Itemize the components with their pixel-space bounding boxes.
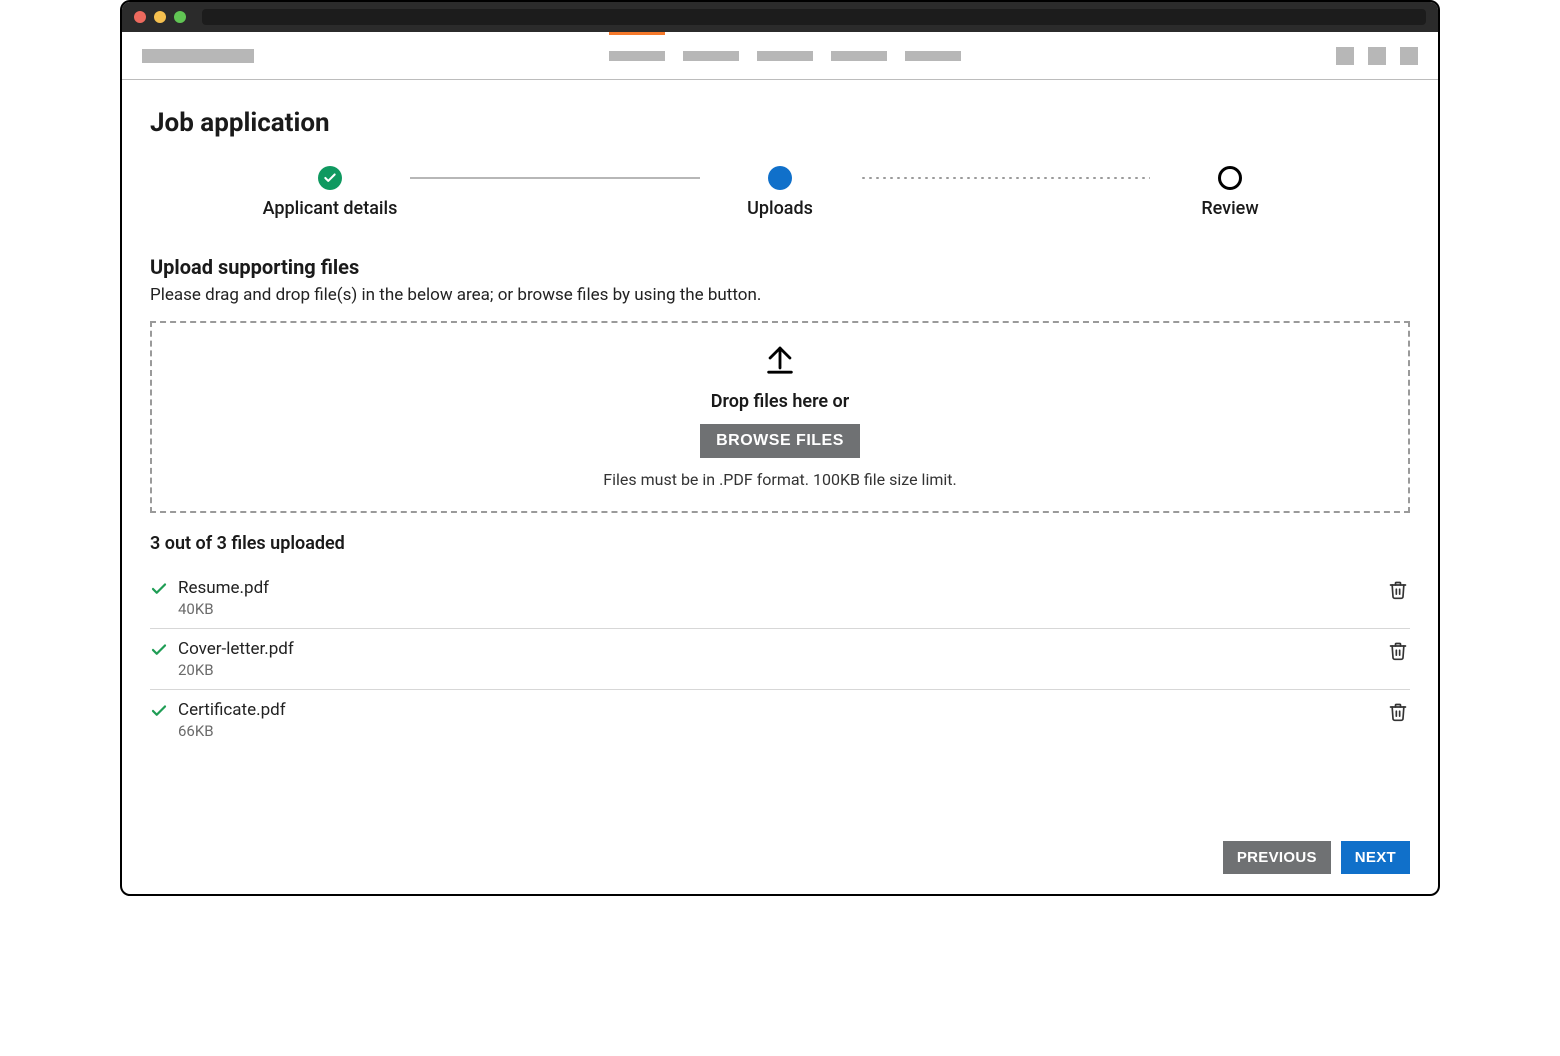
maximize-window-button[interactable]	[174, 11, 186, 23]
next-button[interactable]: NEXT	[1341, 841, 1410, 874]
app-window: Job application Applicant details Upload…	[120, 0, 1440, 896]
step-label: Uploads	[747, 198, 813, 219]
upload-status: 3 out of 3 files uploaded	[150, 533, 1410, 554]
nav-item[interactable]	[905, 51, 961, 61]
step-uploads[interactable]: Uploads	[700, 166, 860, 219]
upload-section-title: Upload supporting files	[150, 255, 1410, 279]
delete-file-button[interactable]	[1386, 578, 1410, 605]
window-titlebar	[122, 2, 1438, 32]
step-label: Applicant details	[263, 198, 398, 219]
upload-icon	[763, 341, 797, 379]
check-icon	[150, 702, 168, 724]
progress-stepper: Applicant details Uploads Review	[250, 166, 1310, 219]
file-dropzone[interactable]: Drop files here or BROWSE FILES Files mu…	[150, 321, 1410, 513]
pending-step-icon	[1218, 166, 1242, 190]
file-name: Certificate.pdf	[178, 700, 1376, 720]
active-step-icon	[768, 166, 792, 190]
delete-file-button[interactable]	[1386, 700, 1410, 727]
step-applicant-details[interactable]: Applicant details	[250, 166, 410, 219]
delete-file-button[interactable]	[1386, 639, 1410, 666]
file-name: Cover-letter.pdf	[178, 639, 1376, 659]
file-size: 20KB	[178, 661, 1376, 679]
nav-item[interactable]	[757, 51, 813, 61]
file-size: 40KB	[178, 600, 1376, 618]
file-row: Cover-letter.pdf 20KB	[150, 629, 1410, 690]
step-connector	[860, 177, 1150, 180]
toolbar-icon[interactable]	[1368, 47, 1386, 65]
upload-section-description: Please drag and drop file(s) in the belo…	[150, 285, 1410, 305]
address-bar[interactable]	[202, 9, 1426, 25]
nav-item[interactable]	[609, 51, 665, 61]
toolbar-icon[interactable]	[1400, 47, 1418, 65]
file-name: Resume.pdf	[178, 578, 1376, 598]
trash-icon	[1388, 710, 1408, 725]
toolbar-icon[interactable]	[1336, 47, 1354, 65]
page-title: Job application	[150, 108, 1410, 138]
nav-item[interactable]	[831, 51, 887, 61]
trash-icon	[1388, 649, 1408, 664]
browse-files-button[interactable]: BROWSE FILES	[700, 424, 860, 458]
toolbar-icons	[1336, 47, 1418, 65]
uploaded-files-list: Resume.pdf 40KB Cover-letter.pdf 20KB	[150, 568, 1410, 750]
step-review[interactable]: Review	[1150, 166, 1310, 219]
top-navigation	[122, 32, 1438, 80]
nav-links	[609, 51, 961, 61]
step-label: Review	[1201, 198, 1258, 219]
main-content: Job application Applicant details Upload…	[122, 80, 1438, 894]
check-circle-icon	[318, 166, 342, 190]
file-size: 66KB	[178, 722, 1376, 740]
file-row: Resume.pdf 40KB	[150, 568, 1410, 629]
close-window-button[interactable]	[134, 11, 146, 23]
dropzone-text: Drop files here or	[711, 391, 849, 412]
minimize-window-button[interactable]	[154, 11, 166, 23]
check-icon	[150, 641, 168, 663]
wizard-actions: PREVIOUS NEXT	[150, 821, 1410, 874]
step-connector	[410, 177, 700, 179]
file-row: Certificate.pdf 66KB	[150, 690, 1410, 750]
trash-icon	[1388, 588, 1408, 603]
check-icon	[150, 580, 168, 602]
logo[interactable]	[142, 49, 254, 63]
previous-button[interactable]: PREVIOUS	[1223, 841, 1331, 874]
window-controls	[134, 11, 186, 23]
upload-hint: Files must be in .PDF format. 100KB file…	[603, 470, 956, 489]
nav-item[interactable]	[683, 51, 739, 61]
